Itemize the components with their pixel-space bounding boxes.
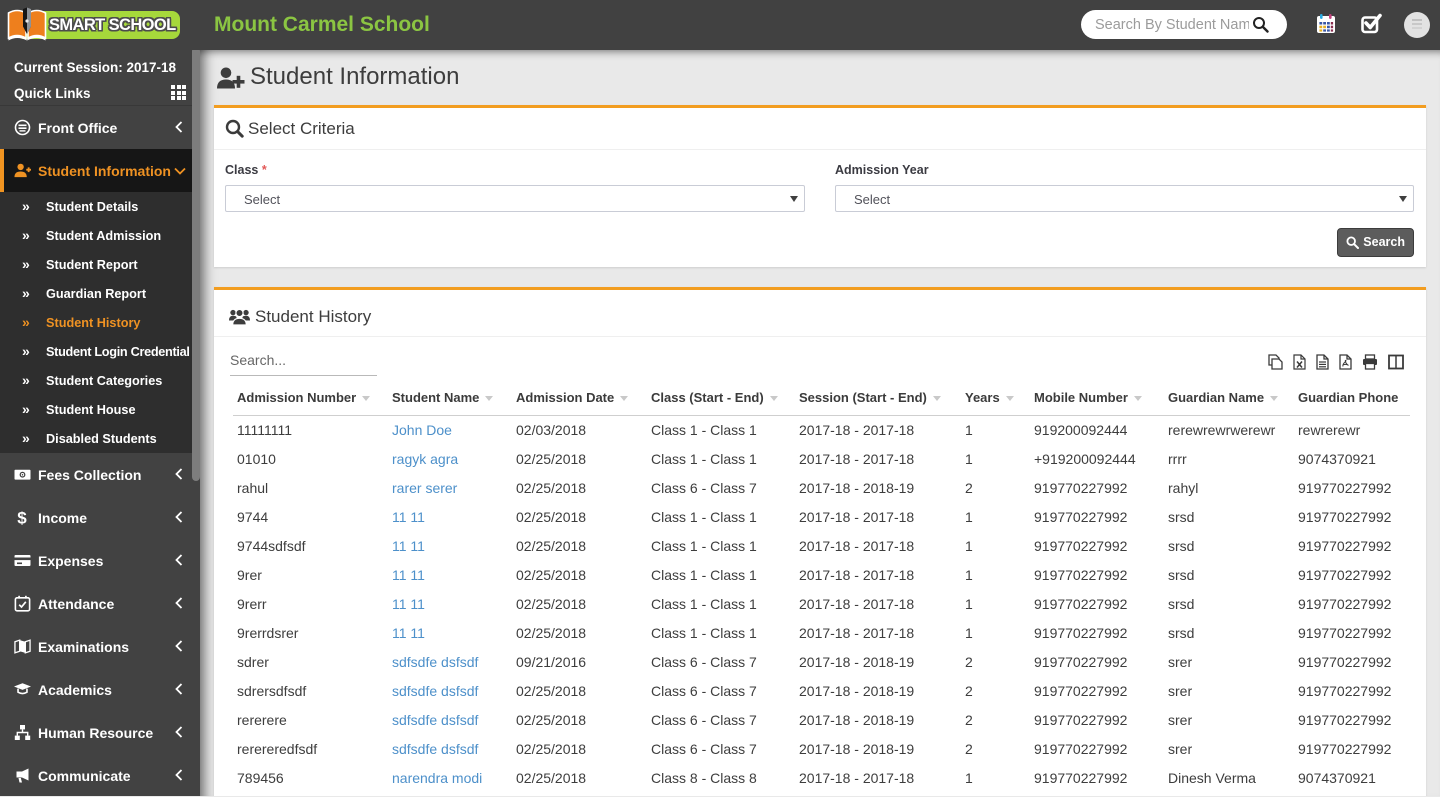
svg-text:$: $ bbox=[17, 509, 27, 526]
